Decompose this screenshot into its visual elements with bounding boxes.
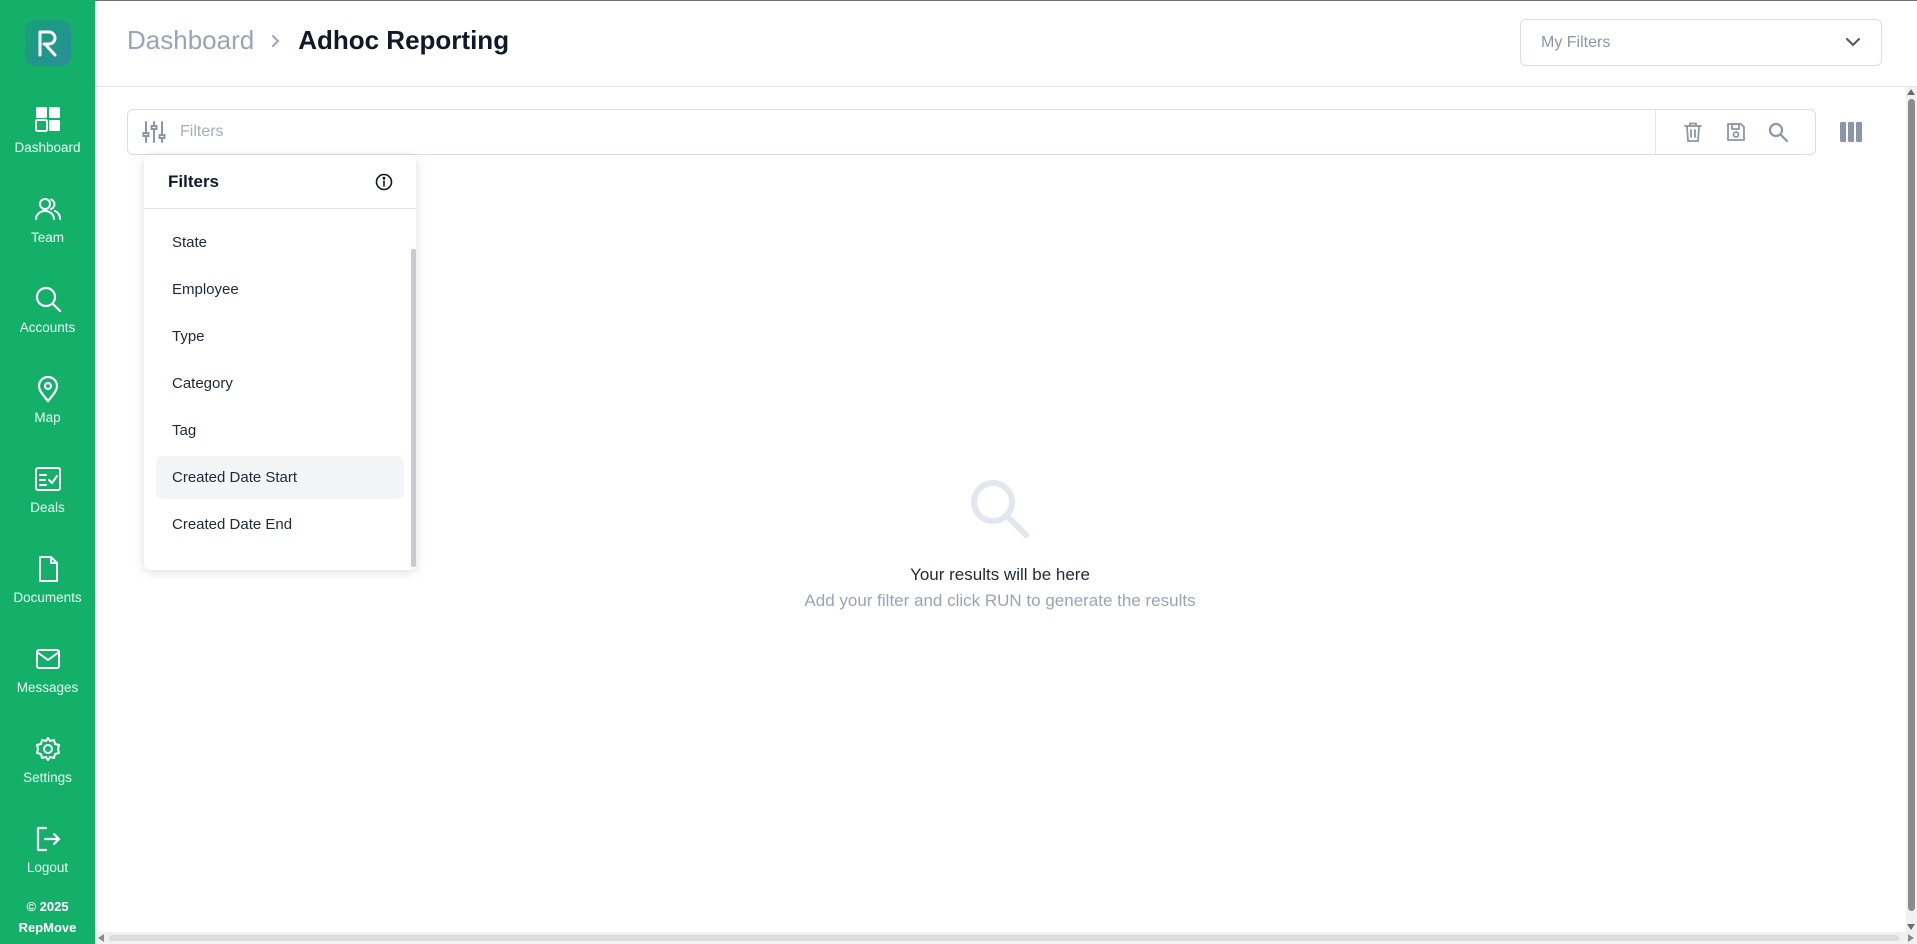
sidebar-item-label: Deals (30, 499, 65, 515)
filter-option-tag[interactable]: Tag (156, 409, 404, 452)
sidebar-item-label: Map (34, 409, 61, 425)
sidebar-item-label: Logout (26, 859, 69, 875)
save-icon[interactable] (1721, 117, 1751, 147)
breadcrumb: Dashboard Adhoc Reporting (127, 25, 509, 56)
copyright-year: © 2025 (26, 899, 69, 914)
sidebar-item-map[interactable]: Map (0, 354, 95, 444)
filters-dropdown-header: Filters (144, 155, 416, 209)
sidebar-item-dashboard[interactable]: Dashboard (0, 84, 95, 174)
filter-option-state[interactable]: State (156, 221, 404, 264)
deals-checklist-icon (33, 464, 63, 494)
sidebar-nav: Dashboard Team Accounts Map Deals Docume… (0, 84, 95, 894)
filter-option-category[interactable]: Category (156, 362, 404, 405)
sidebar-footer: © 2025 RepMove (0, 896, 95, 938)
envelope-icon (33, 644, 63, 674)
breadcrumb-dashboard-link[interactable]: Dashboard (127, 25, 254, 56)
brand-name: RepMove (18, 920, 77, 935)
sidebar-item-deals[interactable]: Deals (0, 444, 95, 534)
horizontal-scroll-thumb[interactable] (109, 935, 1899, 941)
info-icon[interactable] (374, 172, 394, 192)
chevron-down-icon (1845, 34, 1861, 52)
filter-option-type[interactable]: Type (156, 315, 404, 358)
empty-state-subtitle: Add your filter and click RUN to generat… (804, 591, 1196, 610)
filter-option-employee[interactable]: Employee (156, 268, 404, 311)
gear-icon (33, 734, 63, 764)
vertical-scroll-thumb[interactable] (1908, 99, 1915, 911)
my-filters-placeholder: My Filters (1541, 33, 1611, 51)
sidebar-item-logout[interactable]: Logout (0, 804, 95, 894)
sidebar-item-label: Settings (23, 769, 72, 785)
filter-option-created-date-end[interactable]: Created Date End (156, 503, 404, 546)
map-pin-icon (33, 374, 63, 404)
filters-dropdown: Filters State Employee Type Category Tag… (144, 155, 416, 570)
columns-icon[interactable] (1836, 117, 1866, 147)
search-icon (33, 284, 63, 314)
filter-option-created-date-start[interactable]: Created Date Start (156, 456, 404, 499)
my-filters-select[interactable]: My Filters (1520, 19, 1882, 66)
filters-dropdown-title: Filters (168, 171, 220, 191)
dashboard-grid-icon (33, 104, 63, 134)
empty-state: Your results will be here Add your filte… (700, 478, 1300, 614)
filters-list: State Employee Type Category Tag Created… (144, 209, 416, 546)
sliders-icon[interactable] (128, 110, 180, 154)
team-users-icon (33, 194, 63, 224)
dropdown-scrollbar[interactable] (411, 249, 416, 567)
sidebar-item-label: Team (30, 229, 64, 245)
sidebar-item-label: Messages (16, 679, 79, 695)
trash-icon[interactable] (1678, 117, 1708, 147)
sidebar: Dashboard Team Accounts Map Deals Docume… (0, 0, 95, 944)
sidebar-item-team[interactable]: Team (0, 174, 95, 264)
filters-input[interactable] (180, 110, 1655, 154)
search-icon[interactable] (1763, 117, 1793, 147)
scroll-down-arrow-icon[interactable] (1907, 924, 1915, 930)
top-bar: Dashboard Adhoc Reporting My Filters (95, 0, 1917, 87)
repmove-logo-icon[interactable] (24, 20, 71, 66)
sidebar-item-label: Accounts (19, 319, 76, 335)
scroll-left-arrow-icon[interactable] (98, 934, 104, 942)
document-icon (33, 554, 63, 584)
search-icon (700, 478, 1300, 540)
scroll-right-arrow-icon[interactable] (1908, 934, 1914, 942)
logout-icon (33, 824, 63, 854)
filter-actions (1655, 110, 1815, 154)
chevron-right-icon (270, 33, 282, 49)
sidebar-item-documents[interactable]: Documents (0, 534, 95, 624)
vertical-scrollbar[interactable] (1906, 87, 1917, 932)
sidebar-item-label: Dashboard (14, 139, 81, 155)
empty-state-title: Your results will be here (910, 565, 1090, 584)
horizontal-scrollbar[interactable] (95, 932, 1917, 944)
sidebar-item-settings[interactable]: Settings (0, 714, 95, 804)
scroll-up-arrow-icon[interactable] (1907, 89, 1915, 95)
sidebar-item-messages[interactable]: Messages (0, 624, 95, 714)
sidebar-item-accounts[interactable]: Accounts (0, 264, 95, 354)
filter-bar (127, 109, 1816, 155)
sidebar-item-label: Documents (13, 589, 82, 605)
page-title: Adhoc Reporting (298, 25, 510, 55)
